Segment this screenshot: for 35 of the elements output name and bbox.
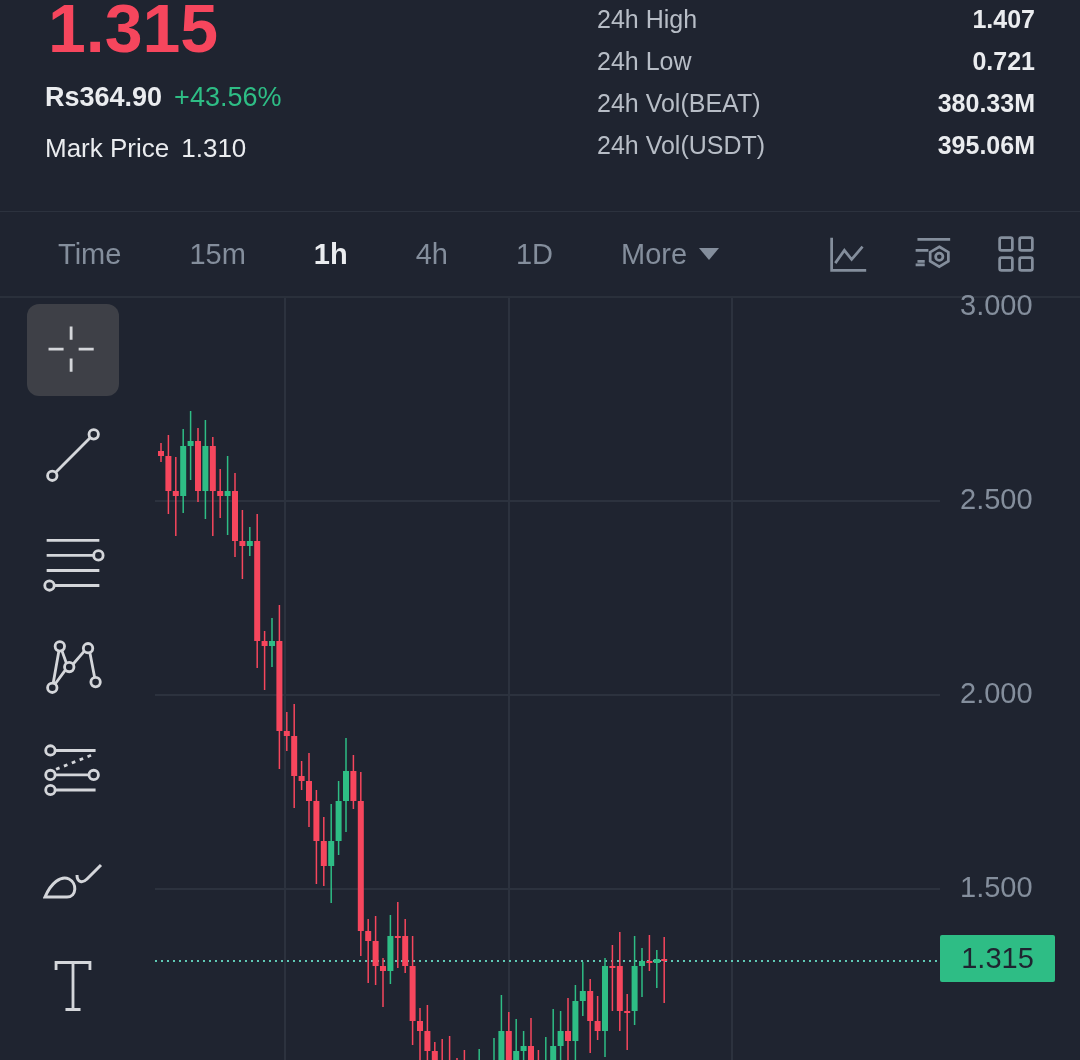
- candlestick: [537, 1049, 540, 1060]
- brush-icon: [42, 861, 103, 899]
- stat-label: 24h Low: [597, 47, 693, 76]
- stat-value: 0.721: [971, 47, 1035, 76]
- stat-label: 24h Vol(USDT): [597, 131, 767, 160]
- grid-icon[interactable]: [996, 234, 1036, 274]
- fiat-price: Rs364.90: [45, 82, 163, 113]
- interval-tab[interactable]: 1D: [515, 237, 553, 271]
- interval-tab[interactable]: 15m: [189, 237, 246, 271]
- candlestick: [448, 1035, 451, 1060]
- caret-icon: [699, 248, 720, 260]
- price-axis-label: 2.500: [960, 483, 1033, 516]
- candlestick: [545, 1036, 547, 1060]
- stat-value: 380.33M: [936, 89, 1035, 118]
- candlestick: [441, 1038, 443, 1060]
- interval-tab[interactable]: 4h: [415, 237, 448, 271]
- candlestick: [478, 1048, 480, 1060]
- interval-tab[interactable]: Time: [58, 237, 122, 271]
- stat-label: 24h High: [597, 5, 699, 34]
- mark-price-label: Mark Price: [45, 133, 170, 164]
- stat-value: 395.06M: [936, 131, 1035, 160]
- mark-price-value: 1.310: [181, 133, 247, 164]
- price-axis-label: 1.500: [960, 871, 1033, 904]
- interval-tab[interactable]: More: [621, 237, 720, 271]
- last-price: 1.315: [48, 0, 220, 60]
- price-change: +43.56%: [174, 82, 282, 113]
- candlestick: [493, 1037, 495, 1060]
- price-axis-label: 2.000: [960, 677, 1033, 710]
- candlestick: [456, 1057, 458, 1060]
- interval-tab[interactable]: 1h: [313, 237, 348, 271]
- current-price-tag: 1.315: [940, 935, 1055, 982]
- candlestick: [463, 1049, 466, 1060]
- stat-value: 1.407: [971, 5, 1035, 34]
- price-axis-label: 3.000: [960, 289, 1033, 322]
- stat-label: 24h Vol(BEAT): [597, 89, 762, 118]
